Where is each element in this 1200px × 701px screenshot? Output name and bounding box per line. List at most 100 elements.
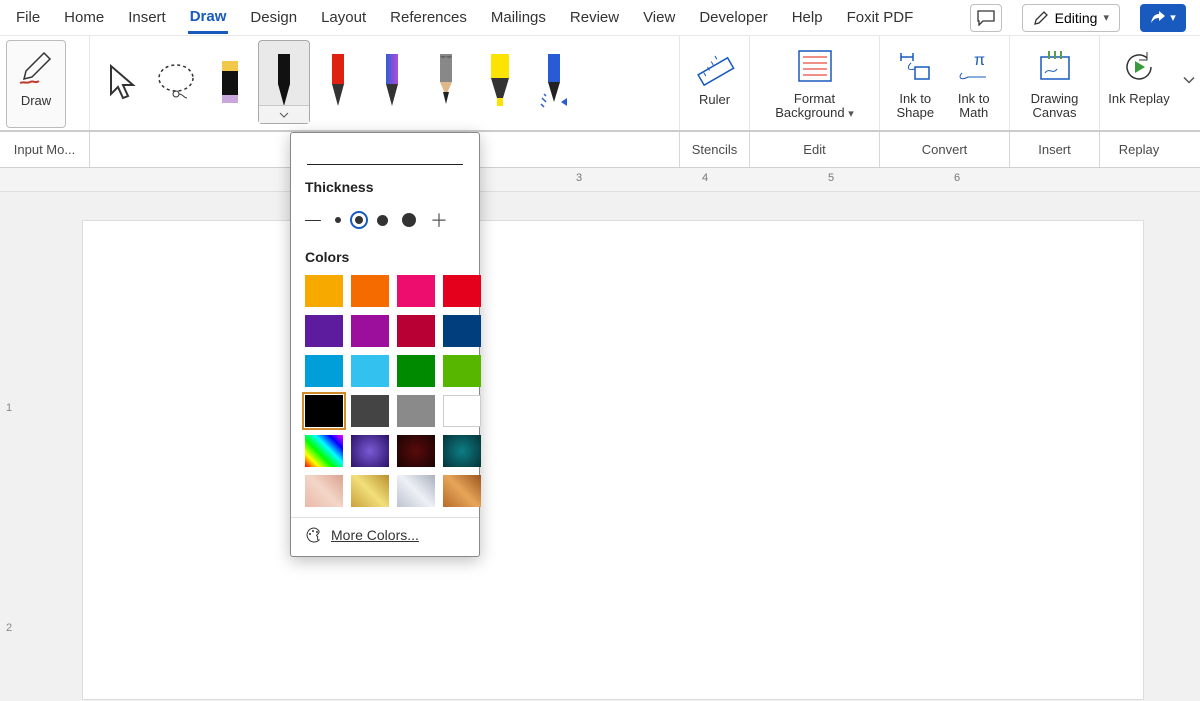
color-swatch[interactable] (443, 275, 481, 307)
ribbon-collapse-button[interactable] (1182, 74, 1196, 93)
ink-shape-icon (897, 49, 933, 83)
pen-black-dropdown[interactable] (259, 105, 309, 123)
ink-to-math-button[interactable]: π Ink to Math (945, 40, 1004, 128)
draw-mode-button[interactable]: Draw (6, 40, 66, 128)
tab-help[interactable]: Help (790, 3, 825, 32)
group-label-insert: Insert (1010, 132, 1100, 167)
horizontal-ruler[interactable]: 3 4 5 6 (0, 168, 1200, 192)
tab-layout[interactable]: Layout (319, 3, 368, 32)
tab-view[interactable]: View (641, 3, 677, 32)
page-lines-icon (795, 49, 835, 83)
color-swatch[interactable] (397, 315, 435, 347)
select-tool[interactable] (96, 40, 148, 124)
document-page[interactable] (82, 220, 1144, 700)
color-swatch[interactable] (443, 355, 481, 387)
color-swatch[interactable] (443, 395, 481, 427)
color-swatch[interactable] (397, 275, 435, 307)
group-convert: Ink to Shape π Ink to Math (880, 36, 1010, 130)
ruler-icon (695, 46, 735, 86)
texture-swatch-galaxy[interactable] (351, 435, 389, 467)
texture-swatch-rainbow[interactable] (305, 435, 343, 467)
group-input-mode: Draw (0, 36, 90, 130)
thickness-more[interactable]: ＋ (430, 207, 448, 233)
highlighter-yellow[interactable] (474, 40, 526, 124)
group-label-convert: Convert (880, 132, 1010, 167)
canvas-icon (1035, 49, 1075, 83)
group-label-edit: Edit (750, 132, 880, 167)
replay-icon (1121, 49, 1157, 83)
color-swatches (291, 271, 479, 517)
texture-swatch-silver[interactable] (397, 475, 435, 507)
group-label-input: Input Mo... (0, 132, 90, 167)
color-swatch[interactable] (305, 315, 343, 347)
thickness-3[interactable] (377, 215, 388, 226)
ruler-mark: 5 (828, 172, 834, 184)
tab-foxit-pdf[interactable]: Foxit PDF (845, 3, 916, 32)
ink-to-math-label: Ink to Math (945, 92, 1004, 121)
lasso-tool[interactable] (150, 40, 202, 124)
editing-mode-dropdown[interactable]: Editing ▾ (1022, 4, 1120, 32)
comments-button[interactable] (970, 4, 1002, 32)
ink-to-shape-button[interactable]: Ink to Shape (886, 40, 945, 128)
thickness-thinnest[interactable] (305, 220, 321, 221)
svg-text:π: π (974, 52, 985, 69)
color-swatch[interactable] (305, 355, 343, 387)
pen-black[interactable] (258, 40, 310, 124)
drawing-canvas-label: Drawing Canvas (1016, 92, 1093, 121)
drawing-canvas-button[interactable]: Drawing Canvas (1016, 40, 1093, 128)
vertical-ruler[interactable]: 1 2 (0, 192, 22, 701)
pen-galaxy[interactable] (366, 40, 418, 124)
highlighter-icon (485, 54, 515, 110)
texture-swatch-ocean[interactable] (443, 435, 481, 467)
ruler-button-label: Ruler (699, 92, 730, 107)
tab-home[interactable]: Home (62, 3, 106, 32)
document-area: 1 2 (0, 192, 1200, 701)
tab-references[interactable]: References (388, 3, 469, 32)
pen-red[interactable] (312, 40, 364, 124)
ribbon-draw: Draw (0, 36, 1200, 132)
tab-developer[interactable]: Developer (697, 3, 769, 32)
tab-draw[interactable]: Draw (188, 2, 229, 34)
texture-swatch-gold[interactable] (351, 475, 389, 507)
thickness-1[interactable] (335, 217, 341, 223)
color-swatch[interactable] (397, 395, 435, 427)
color-swatch[interactable] (397, 355, 435, 387)
color-swatch[interactable] (351, 275, 389, 307)
pencil-icon (432, 54, 460, 110)
format-background-button[interactable]: Format Background ▾ (760, 40, 870, 128)
format-background-label: Format Background ▾ (760, 92, 870, 121)
tab-review[interactable]: Review (568, 3, 621, 32)
tab-mailings[interactable]: Mailings (489, 3, 548, 32)
texture-swatch-rose-gold[interactable] (305, 475, 343, 507)
thickness-2[interactable] (355, 216, 363, 224)
thickness-4[interactable] (402, 213, 416, 227)
color-swatch[interactable] (305, 275, 343, 307)
tab-insert[interactable]: Insert (126, 3, 168, 32)
action-pen[interactable] (528, 40, 580, 124)
color-swatch[interactable] (351, 355, 389, 387)
color-swatch[interactable] (443, 315, 481, 347)
group-insert: Drawing Canvas (1010, 36, 1100, 130)
pen-options-popup: Thickness ＋ Colors More C (290, 132, 480, 557)
palette-icon (305, 526, 323, 544)
eraser-icon (219, 59, 241, 105)
group-label-replay: Replay (1100, 132, 1178, 167)
more-colors-button[interactable]: More Colors... (291, 517, 479, 552)
ink-replay-button[interactable]: Ink Replay (1106, 40, 1172, 128)
texture-swatch-lava[interactable] (397, 435, 435, 467)
share-button[interactable]: ▾ (1140, 4, 1186, 32)
pencil-tool[interactable] (420, 40, 472, 124)
tab-design[interactable]: Design (248, 3, 299, 32)
color-swatch[interactable] (305, 395, 343, 427)
pen-icon (378, 54, 406, 110)
menu-tabs: File Home Insert Draw Design Layout Refe… (0, 0, 1200, 36)
share-icon (1150, 10, 1166, 26)
tab-file[interactable]: File (14, 3, 42, 32)
group-pen-gallery (90, 36, 680, 130)
color-swatch[interactable] (351, 395, 389, 427)
draw-pencil-icon (16, 47, 56, 87)
color-swatch[interactable] (351, 315, 389, 347)
eraser-tool[interactable] (204, 40, 256, 124)
texture-swatch-bronze[interactable] (443, 475, 481, 507)
ruler-button[interactable]: Ruler (686, 40, 743, 128)
